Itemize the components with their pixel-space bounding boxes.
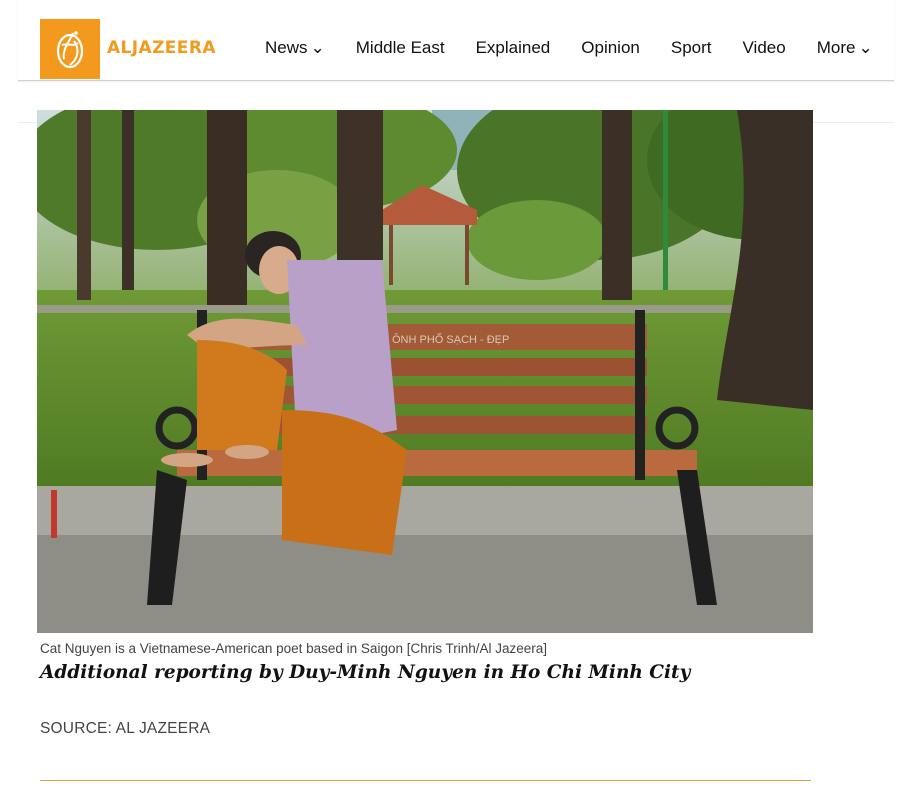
nav-label: Middle East	[355, 38, 445, 57]
aljazeera-logo[interactable]	[40, 19, 100, 79]
chevron-down-icon: ⌄	[310, 38, 325, 57]
nav-label: Sport	[670, 38, 712, 57]
nav-item-sport[interactable]: Sport	[671, 38, 712, 58]
main-nav: News ⌄ Middle East Explained Opinion Spor…	[265, 38, 873, 58]
chevron-down-icon: ⌄	[858, 38, 873, 57]
site-header: ALJAZEERA News ⌄ Middle East Explained Op…	[18, 0, 894, 81]
nav-item-more[interactable]: More ⌄	[817, 38, 873, 58]
nav-item-middle-east[interactable]: Middle East	[356, 38, 445, 58]
nav-item-video[interactable]: Video	[743, 38, 786, 58]
park-bench-photo: ÔNH PHỐ SẠCH - ĐẸP	[37, 110, 813, 633]
photo-caption: Cat Nguyen is a Vietnamese-American poet…	[40, 641, 548, 656]
nav-item-opinion[interactable]: Opinion	[581, 38, 640, 58]
logo-wordmark[interactable]: ALJAZEERA	[107, 38, 216, 58]
aljazeera-calligraphy-icon	[56, 31, 84, 69]
additional-reporting: Additional reporting by Duy-Minh Nguyen …	[40, 662, 691, 683]
nav-label: Video	[742, 38, 786, 57]
nav-label: News	[265, 38, 308, 57]
article-photo: ÔNH PHỐ SẠCH - ĐẸP	[37, 110, 813, 633]
section-divider	[40, 780, 811, 781]
nav-label: Explained	[475, 38, 551, 57]
bench-sign-text: ÔNH PHỐ SẠCH - ĐẸP	[392, 332, 509, 346]
article-source: SOURCE: AL JAZEERA	[40, 720, 211, 737]
nav-label: More	[816, 38, 856, 57]
nav-item-news[interactable]: News ⌄	[265, 38, 325, 58]
nav-item-explained[interactable]: Explained	[476, 38, 551, 58]
nav-label: Opinion	[581, 38, 640, 57]
